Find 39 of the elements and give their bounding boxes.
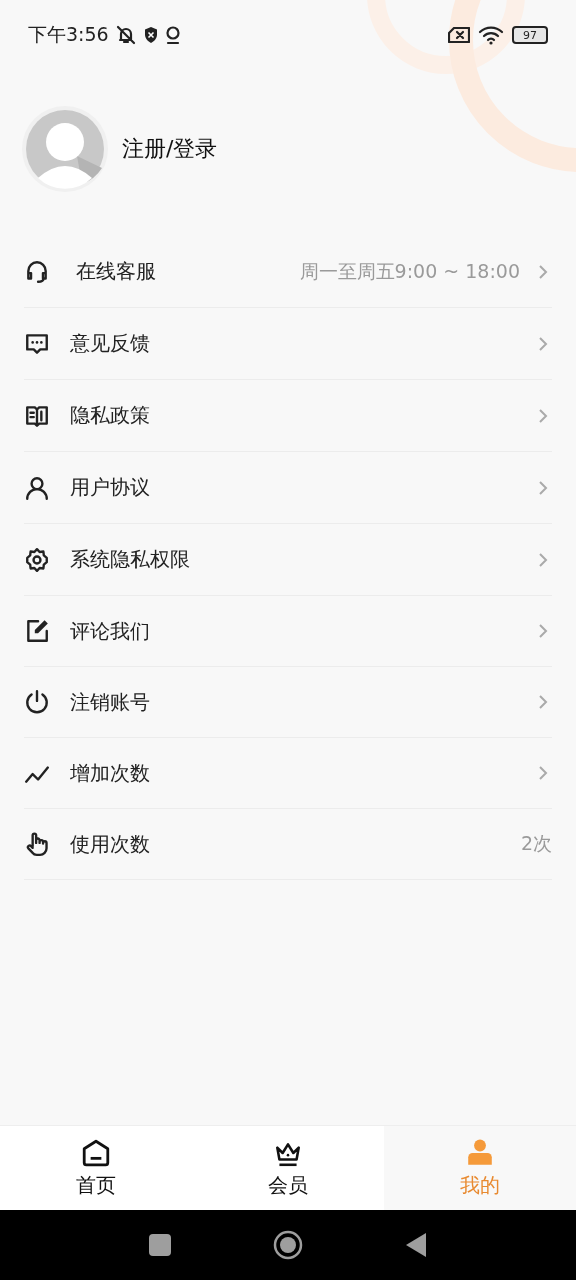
menu-row[interactable]: 用户协议	[24, 452, 552, 524]
menu-label: 系统隐私权限	[70, 546, 190, 573]
muted-bell-icon	[114, 25, 137, 45]
menu-value: 2次	[520, 831, 552, 856]
person-icon	[465, 1137, 495, 1168]
edit-icon	[24, 618, 50, 644]
menu-label: 意见反馈	[70, 330, 150, 357]
menu-row[interactable]: 隐私政策	[24, 380, 552, 452]
menu-row[interactable]: 增加次数	[24, 738, 552, 809]
status-time: 下午3:56	[28, 22, 109, 47]
pointing-hand-icon	[24, 831, 50, 857]
menu-row[interactable]: 使用次数 2次	[24, 809, 552, 880]
back-button[interactable]	[405, 1232, 427, 1258]
menu-row[interactable]: 评论我们	[24, 596, 552, 667]
menu-value: 周一至周五9:00 ~ 18:00	[299, 258, 520, 284]
home-button[interactable]	[273, 1230, 303, 1260]
menu-row[interactable]: 在线客服 周一至周五9:00 ~ 18:00	[24, 236, 552, 308]
battery-level: 97	[512, 26, 548, 44]
menu-label: 用户协议	[70, 474, 150, 501]
headset-icon	[24, 258, 50, 285]
login-link[interactable]: 注册/登录	[122, 134, 218, 164]
menu-label: 评论我们	[70, 617, 150, 645]
shield-icon	[142, 26, 159, 44]
wifi-icon	[478, 25, 504, 45]
menu-label: 在线客服	[76, 258, 156, 285]
menu-row[interactable]: 系统隐私权限	[24, 524, 552, 596]
location-pin-icon	[164, 25, 181, 45]
person-icon	[24, 474, 50, 501]
menu-label: 使用次数	[70, 830, 150, 858]
menu-label: 注销账号	[70, 688, 150, 716]
menu-row[interactable]: 注销账号	[24, 667, 552, 738]
home-icon	[81, 1137, 111, 1168]
menu-label: 隐私政策	[70, 402, 150, 429]
menu-label: 增加次数	[70, 759, 150, 787]
sim-error-icon	[448, 27, 470, 43]
power-icon	[24, 689, 50, 715]
recents-button[interactable]	[149, 1234, 171, 1256]
gear-icon	[24, 546, 50, 573]
menu-row[interactable]: 意见反馈	[24, 308, 552, 380]
